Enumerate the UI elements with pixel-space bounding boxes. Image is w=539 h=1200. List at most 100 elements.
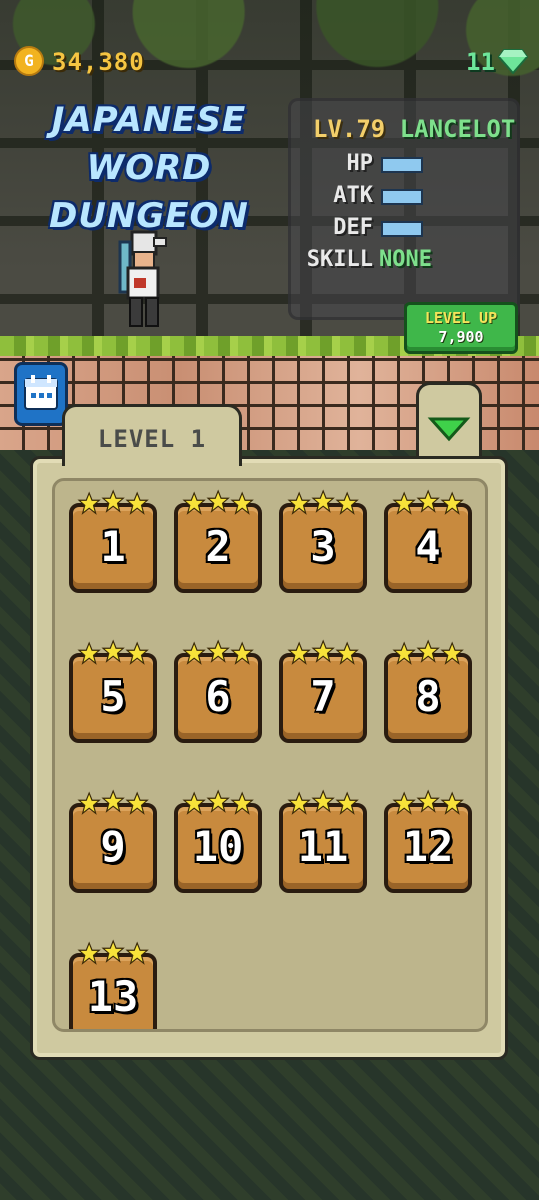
- star-icon: [77, 791, 101, 815]
- game-title: JAPANESE WORD DUNGEON: [49, 100, 249, 236]
- star-icon: [206, 639, 230, 663]
- stat-row-hp: HP: [291, 151, 523, 181]
- star-rating: [287, 639, 359, 665]
- star-icon: [230, 641, 254, 665]
- tab-level-1[interactable]: LEVEL 1: [62, 404, 242, 466]
- hero-stats-panel: LV.79 LANCELOT HP ATK DEF SKILL NONE: [288, 98, 520, 320]
- star-icon: [392, 791, 416, 815]
- star-rating: [182, 489, 254, 515]
- star-icon: [311, 639, 335, 663]
- level-number: 1: [100, 522, 126, 571]
- level-card[interactable]: 4: [384, 489, 472, 593]
- level-number: 2: [205, 522, 231, 571]
- level-card[interactable]: 12: [384, 789, 472, 893]
- star-icon: [206, 489, 230, 513]
- star-icon: [77, 491, 101, 515]
- level-number: 10: [192, 822, 244, 871]
- stat-label: SKILL: [306, 247, 373, 272]
- star-icon: [335, 491, 359, 515]
- star-icon: [125, 491, 149, 515]
- tab-label: LEVEL 1: [97, 425, 207, 453]
- level-card[interactable]: 5: [69, 639, 157, 743]
- skill-value: NONE: [379, 247, 432, 272]
- level-up-button[interactable]: LEVEL UP 7,900: [404, 302, 518, 354]
- level-card[interactable]: 11: [279, 789, 367, 893]
- level-card[interactable]: 8: [384, 639, 472, 743]
- gem-icon: [498, 49, 528, 74]
- star-icon: [287, 491, 311, 515]
- star-icon: [206, 789, 230, 813]
- level-card[interactable]: 2: [174, 489, 262, 593]
- level-number: 9: [100, 822, 126, 871]
- level-number: 4: [415, 522, 441, 571]
- star-icon: [311, 489, 335, 513]
- level-card[interactable]: 6: [174, 639, 262, 743]
- star-rating: [392, 489, 464, 515]
- star-icon: [335, 641, 359, 665]
- star-icon: [416, 789, 440, 813]
- star-icon: [416, 489, 440, 513]
- star-rating: [287, 489, 359, 515]
- stat-label: DEF: [333, 215, 373, 240]
- star-icon: [440, 641, 464, 665]
- hero-character: [118, 230, 167, 327]
- star-rating: [287, 789, 359, 815]
- star-icon: [392, 641, 416, 665]
- level-number: 12: [402, 822, 454, 871]
- level-card[interactable]: 3: [279, 489, 367, 593]
- star-icon: [440, 491, 464, 515]
- triangle-down-icon: [427, 417, 471, 442]
- star-rating: [77, 639, 149, 665]
- level-card[interactable]: 1: [69, 489, 157, 593]
- star-icon: [287, 791, 311, 815]
- star-icon: [182, 791, 206, 815]
- star-icon: [125, 641, 149, 665]
- level-up-label: LEVEL UP: [424, 309, 498, 327]
- star-icon: [77, 941, 101, 965]
- level-number: 3: [310, 522, 336, 571]
- star-icon: [182, 491, 206, 515]
- level-number: 8: [415, 672, 441, 721]
- hero-level-name: LV.79 LANCELOT: [313, 115, 515, 143]
- stat-row-atk: ATK: [291, 183, 523, 213]
- level-number: 11: [297, 822, 349, 871]
- hero-level: LV.79: [313, 115, 386, 143]
- star-rating: [77, 789, 149, 815]
- stat-label: HP: [346, 151, 374, 176]
- star-icon: [416, 639, 440, 663]
- star-icon: [101, 939, 125, 963]
- star-icon: [101, 789, 125, 813]
- level-card[interactable]: 7: [279, 639, 367, 743]
- level-number: 7: [310, 672, 336, 721]
- star-icon: [230, 791, 254, 815]
- star-icon: [287, 641, 311, 665]
- star-rating: [182, 789, 254, 815]
- level-up-cost: 7,900: [438, 328, 484, 346]
- star-icon: [335, 791, 359, 815]
- star-icon: [77, 641, 101, 665]
- star-icon: [101, 639, 125, 663]
- star-rating: [77, 489, 149, 515]
- level-card[interactable]: 9: [69, 789, 157, 893]
- level-number: 5: [100, 672, 126, 721]
- stat-label: ATK: [333, 183, 373, 208]
- star-icon: [230, 491, 254, 515]
- star-rating: [392, 789, 464, 815]
- star-icon: [125, 941, 149, 965]
- star-icon: [101, 489, 125, 513]
- hero-name: LANCELOT: [399, 115, 516, 143]
- calendar-icon: [24, 375, 58, 410]
- star-icon: [392, 491, 416, 515]
- star-rating: [77, 939, 149, 965]
- calendar-button[interactable]: [14, 362, 68, 426]
- level-number: 13: [87, 972, 139, 1021]
- level-card[interactable]: 10: [174, 789, 262, 893]
- coin-icon: G: [14, 46, 44, 76]
- def-bar: [381, 221, 423, 237]
- dropdown-tab[interactable]: [416, 382, 482, 466]
- stat-row-def: DEF: [291, 215, 523, 245]
- level-card[interactable]: 13: [69, 939, 157, 1029]
- coin-count: 34,380: [52, 48, 145, 76]
- star-rating: [392, 639, 464, 665]
- star-icon: [125, 791, 149, 815]
